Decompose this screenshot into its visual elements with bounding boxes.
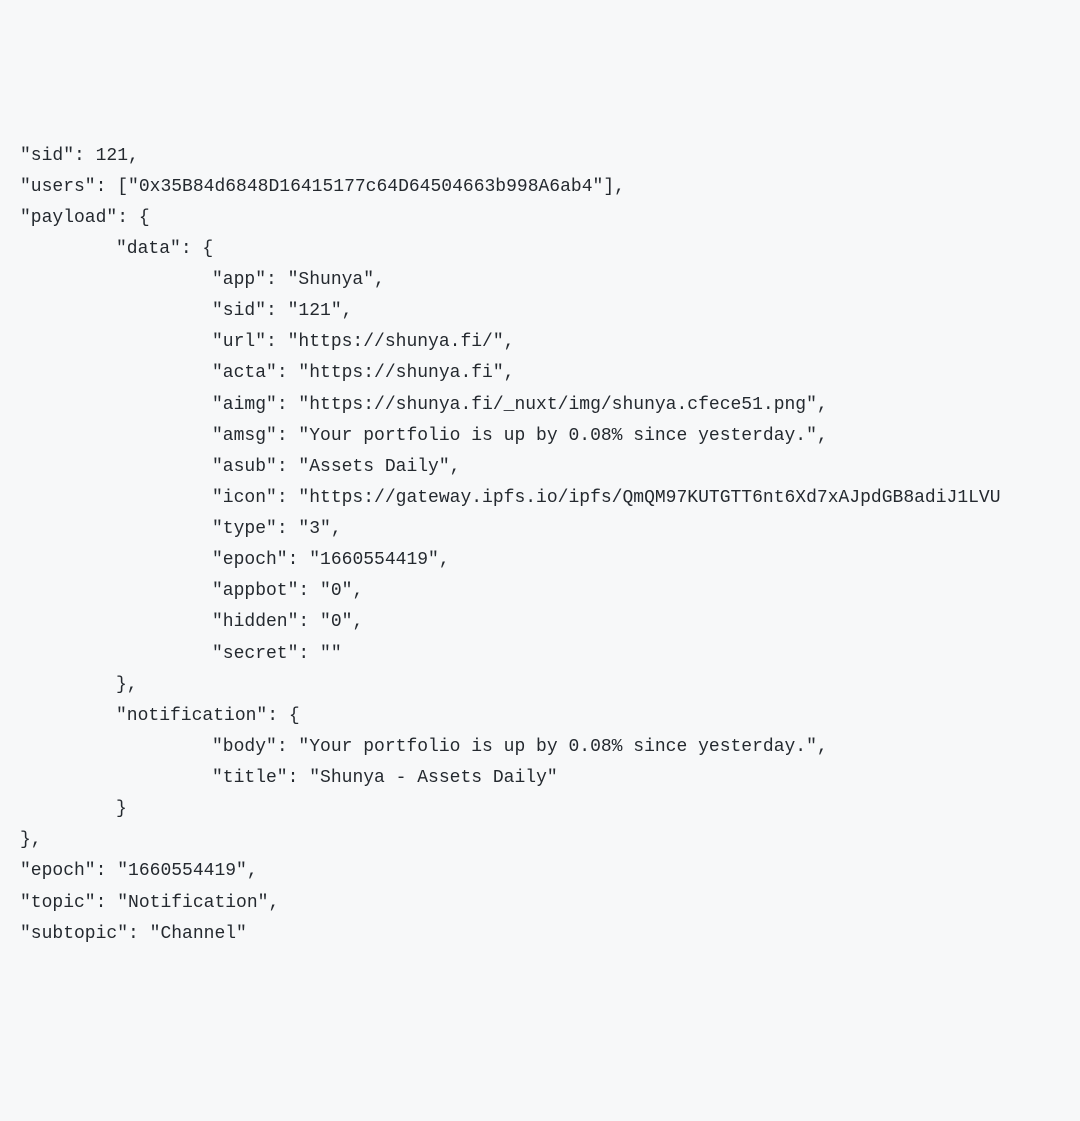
code-line: "sid": 121, [20, 141, 1060, 172]
code-block: "sid": 121,"users": ["0x35B84d6848D16415… [20, 141, 1060, 950]
code-line: "asub": "Assets Daily", [20, 452, 1060, 483]
code-line: "appbot": "0", [20, 576, 1060, 607]
json-key: "appbot" [212, 581, 298, 601]
code-line: "app": "Shunya", [20, 265, 1060, 296]
code-line: "topic": "Notification", [20, 888, 1060, 919]
json-value: "Assets Daily" [298, 457, 449, 477]
json-key: "secret" [212, 644, 298, 664]
code-line: } [20, 794, 1060, 825]
code-line: "epoch": "1660554419", [20, 856, 1060, 887]
code-line: }, [20, 825, 1060, 856]
json-value: "3" [298, 519, 330, 539]
json-key: "notification" [116, 706, 267, 726]
json-key: "type" [212, 519, 277, 539]
code-line: "secret": "" [20, 639, 1060, 670]
code-line: "type": "3", [20, 514, 1060, 545]
json-value: "1660554419" [309, 550, 439, 570]
code-line: "icon": "https://gateway.ipfs.io/ipfs/Qm… [20, 483, 1060, 514]
json-value: "0" [320, 581, 352, 601]
json-value: "Channel" [150, 924, 247, 944]
json-key: "users" [20, 177, 96, 197]
json-key: "epoch" [20, 861, 96, 881]
code-line: "users": ["0x35B84d6848D16415177c64D6450… [20, 172, 1060, 203]
json-value: "https://shunya.fi/_nuxt/img/shunya.cfec… [298, 395, 816, 415]
json-value: ["0x35B84d6848D16415177c64D64504663b998A… [117, 177, 614, 197]
json-value: "Notification" [117, 893, 268, 913]
json-key: "title" [212, 768, 288, 788]
code-line: "notification": { [20, 701, 1060, 732]
code-line: "amsg": "Your portfolio is up by 0.08% s… [20, 421, 1060, 452]
json-key: "epoch" [212, 550, 288, 570]
json-value: 121 [96, 146, 128, 166]
json-key: "amsg" [212, 426, 277, 446]
json-key: "topic" [20, 893, 96, 913]
code-line: "payload": { [20, 203, 1060, 234]
json-key: "acta" [212, 363, 277, 383]
json-key: "sid" [20, 146, 74, 166]
json-key: "subtopic" [20, 924, 128, 944]
code-line: "body": "Your portfolio is up by 0.08% s… [20, 732, 1060, 763]
json-key: "body" [212, 737, 277, 757]
json-value: "121" [288, 301, 342, 321]
json-value: "Your portfolio is up by 0.08% since yes… [298, 426, 816, 446]
json-value: "https://gateway.ipfs.io/ipfs/QmQM97KUTG… [298, 488, 1000, 508]
code-line: "sid": "121", [20, 296, 1060, 327]
json-value: "1660554419" [117, 861, 247, 881]
json-key: "sid" [212, 301, 266, 321]
json-value: "https://shunya.fi" [298, 363, 503, 383]
code-line: "title": "Shunya - Assets Daily" [20, 763, 1060, 794]
code-line: }, [20, 670, 1060, 701]
code-line: "subtopic": "Channel" [20, 919, 1060, 950]
json-key: "asub" [212, 457, 277, 477]
json-key: "app" [212, 270, 266, 290]
json-value: "" [320, 644, 342, 664]
json-key: "url" [212, 332, 266, 352]
code-line: "data": { [20, 234, 1060, 265]
code-line: "url": "https://shunya.fi/", [20, 327, 1060, 358]
code-line: "aimg": "https://shunya.fi/_nuxt/img/shu… [20, 390, 1060, 421]
json-value: "Shunya - Assets Daily" [309, 768, 557, 788]
json-key: "icon" [212, 488, 277, 508]
json-key: "data" [116, 239, 181, 259]
json-value: "https://shunya.fi/" [288, 332, 504, 352]
json-value: "0" [320, 612, 352, 632]
json-value: "Your portfolio is up by 0.08% since yes… [298, 737, 816, 757]
json-key: "payload" [20, 208, 117, 228]
code-line: "epoch": "1660554419", [20, 545, 1060, 576]
json-value: "Shunya" [288, 270, 374, 290]
code-line: "acta": "https://shunya.fi", [20, 358, 1060, 389]
json-key: "hidden" [212, 612, 298, 632]
json-key: "aimg" [212, 395, 277, 415]
code-line: "hidden": "0", [20, 607, 1060, 638]
